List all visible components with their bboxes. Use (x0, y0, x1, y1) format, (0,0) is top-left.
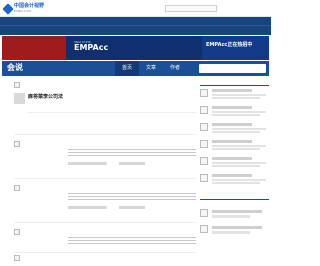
recommended-author[interactable] (200, 171, 269, 188)
post-item (14, 134, 196, 178)
banner-right-title: EMPAcc正在热招中 (206, 42, 253, 48)
ad-banner[interactable]: SNAI-CUHK EMPAcc EMPAcc正在热招中 (2, 36, 269, 60)
post-item (14, 252, 196, 261)
post-thumbnail-icon[interactable] (14, 255, 20, 261)
banner-right-panel (202, 36, 269, 60)
divider (28, 112, 196, 113)
post-excerpt (68, 147, 196, 157)
nav-row-primary (0, 17, 271, 26)
author-name (212, 140, 252, 143)
author-desc (212, 165, 260, 167)
site-logo[interactable]: 中国会计视野 ESNAI.COM (2, 2, 46, 15)
author-desc (212, 111, 266, 113)
section-tabs: 首页 文章 作者 (115, 61, 187, 76)
author-desc (212, 94, 266, 96)
recommended-author[interactable] (200, 86, 269, 103)
post-meta (68, 206, 196, 209)
hot-item-title (212, 226, 262, 229)
recommended-author[interactable] (200, 154, 269, 171)
hot-item-icon (200, 225, 208, 233)
pinned-avatar (14, 93, 25, 104)
post-excerpt (68, 191, 196, 201)
section-search-input[interactable] (199, 64, 266, 73)
pinned-broken-image-icon (14, 82, 20, 88)
hot-item-meta (212, 231, 250, 234)
post-thumbnail-icon[interactable] (14, 229, 20, 235)
author-name (212, 123, 252, 126)
logo-subtext: ESNAI.COM (14, 9, 31, 13)
author-name (212, 174, 252, 177)
main-nav (0, 17, 271, 35)
section-title: 会说 (7, 63, 23, 72)
hot-item[interactable] (200, 206, 269, 222)
author-desc (212, 114, 260, 116)
section-bar: 会说 首页 文章 作者 (2, 61, 269, 76)
author-desc (212, 162, 266, 164)
author-desc (212, 97, 260, 99)
author-name (212, 106, 252, 109)
logo-mark-icon (2, 2, 14, 15)
author-name (212, 89, 252, 92)
sidebar-recommended-heading (200, 79, 269, 86)
author-desc (212, 128, 266, 130)
post-meta (68, 162, 196, 165)
hot-item[interactable] (200, 222, 269, 238)
author-desc (212, 179, 266, 181)
nav-row-secondary (0, 26, 271, 35)
top-bar: 中国会计视野 ESNAI.COM (0, 0, 271, 17)
tab-articles[interactable]: 文章 (139, 61, 163, 76)
recommended-author[interactable] (200, 103, 269, 120)
author-desc (212, 182, 260, 184)
author-avatar (200, 123, 208, 131)
post-item (14, 178, 196, 222)
site-search-input[interactable] (165, 5, 217, 12)
post-thumbnail-icon[interactable] (14, 141, 20, 147)
hot-item-meta (212, 215, 250, 218)
hot-item-title (212, 210, 262, 213)
sidebar-hot-heading (200, 193, 269, 200)
author-name (212, 157, 252, 160)
author-avatar (200, 140, 208, 148)
sidebar (200, 79, 269, 259)
tab-authors[interactable]: 作者 (163, 61, 187, 76)
author-avatar (200, 89, 208, 97)
pinned-post-title[interactable]: 麻将菜李公司法 (28, 93, 63, 100)
author-avatar (200, 174, 208, 182)
banner-empa-text: EMPAcc (74, 43, 109, 52)
banner-empa-logo: SNAI-CUHK EMPAcc (74, 40, 108, 52)
recommended-author[interactable] (200, 137, 269, 154)
tab-home[interactable]: 首页 (115, 61, 139, 76)
post-item (14, 222, 196, 266)
author-desc (212, 131, 260, 133)
banner-left-panel (2, 36, 66, 60)
post-thumbnail-icon[interactable] (14, 185, 20, 191)
author-desc (212, 145, 266, 147)
hot-item-icon (200, 209, 208, 217)
author-avatar (200, 106, 208, 114)
recommended-author[interactable] (200, 120, 269, 137)
post-excerpt (68, 235, 196, 245)
pinned-post: 麻将菜李公司法 (14, 82, 196, 132)
author-avatar (200, 157, 208, 165)
author-desc (212, 148, 260, 150)
